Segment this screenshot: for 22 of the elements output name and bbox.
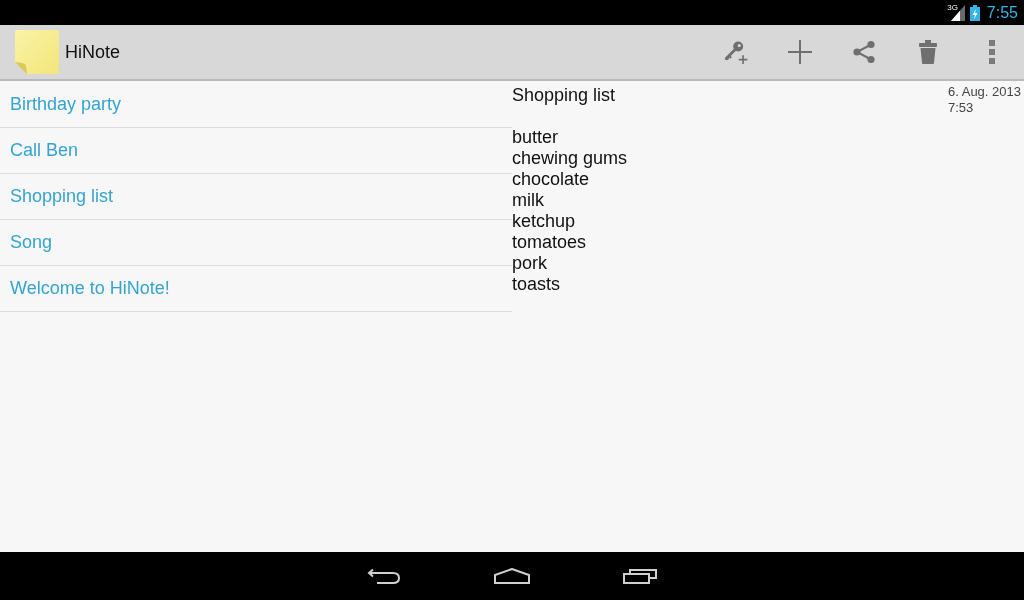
plus-icon <box>788 40 812 64</box>
network-label: 3G <box>947 4 958 12</box>
note-time: 7:53 <box>948 100 975 116</box>
app-title: HiNote <box>65 41 121 63</box>
home-icon <box>494 568 530 584</box>
signal-icon <box>950 5 965 21</box>
share-icon <box>852 40 876 64</box>
note-date: 6. Aug. 2013 <box>948 84 1021 100</box>
trash-icon <box>919 40 937 64</box>
recents-icon <box>623 568 657 584</box>
status-time: 7:55 <box>986 3 1018 22</box>
note-title: Shopping list <box>512 84 616 107</box>
note-list-item[interactable]: Song <box>0 220 512 266</box>
note-list-item[interactable]: Call Ben <box>0 128 512 174</box>
note-list-item[interactable]: Shopping list <box>0 174 512 220</box>
note-list-item[interactable]: Birthday party <box>0 82 512 128</box>
battery-icon <box>969 4 980 21</box>
more-icon <box>989 40 995 64</box>
back-icon <box>367 568 401 584</box>
note-list-item[interactable]: Welcome to HiNote! <box>0 266 512 312</box>
key-plus-icon <box>723 39 749 65</box>
note-body: butter chewing gums chocolate milk ketchup tomatoes pork toasts <box>512 127 629 295</box>
